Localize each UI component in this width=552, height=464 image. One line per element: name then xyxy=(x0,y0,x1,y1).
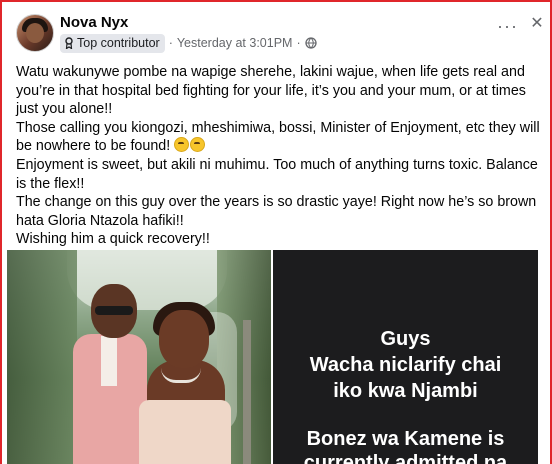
post-line-with-emoji: Those calling you kiongozi, mheshimiwa, … xyxy=(16,119,540,155)
author-name[interactable]: Nova Nyx xyxy=(60,14,128,31)
post-body: Watu wakunywe pombe na wapige sherehe, l… xyxy=(16,63,541,249)
post-line: Wishing him a quick recovery!! xyxy=(16,231,210,248)
close-icon[interactable]: ✕ xyxy=(527,14,547,34)
globe-icon xyxy=(304,37,317,49)
post-photo-text-card[interactable]: Guys Wacha niclarify chai iko kwa Njambi… xyxy=(273,250,538,464)
card-line: Bonez wa Kamene is xyxy=(306,428,505,450)
badge-label: Top contributor xyxy=(77,36,160,50)
post-photo-couple[interactable] xyxy=(7,250,271,464)
flushed-face-icon xyxy=(190,137,206,153)
card-line: currently admitted na xyxy=(303,452,508,464)
post-meta: Top contributor · Yesterday at 3:01PM · xyxy=(60,33,317,53)
author-avatar[interactable] xyxy=(16,14,54,52)
card-line: Wacha niclarify chai xyxy=(309,354,502,376)
top-contributor-badge[interactable]: Top contributor xyxy=(60,33,165,53)
post-timestamp[interactable]: Yesterday at 3:01PM xyxy=(177,36,293,50)
more-options-icon[interactable]: ··· xyxy=(497,17,518,35)
meta-dot: · xyxy=(168,36,173,50)
flushed-face-icon xyxy=(174,137,190,153)
ribbon-icon xyxy=(65,37,73,49)
card-line: iko kwa Njambi xyxy=(333,380,478,402)
card-line: Guys xyxy=(380,328,431,350)
post-line: Enjoyment is sweet, but akili ni muhimu.… xyxy=(16,156,538,192)
meta-dot-2: · xyxy=(296,36,301,50)
post-line: The change on this guy over the years is… xyxy=(16,194,537,229)
post-line: Watu wakunywe pombe na wapige sherehe, l… xyxy=(16,64,526,118)
